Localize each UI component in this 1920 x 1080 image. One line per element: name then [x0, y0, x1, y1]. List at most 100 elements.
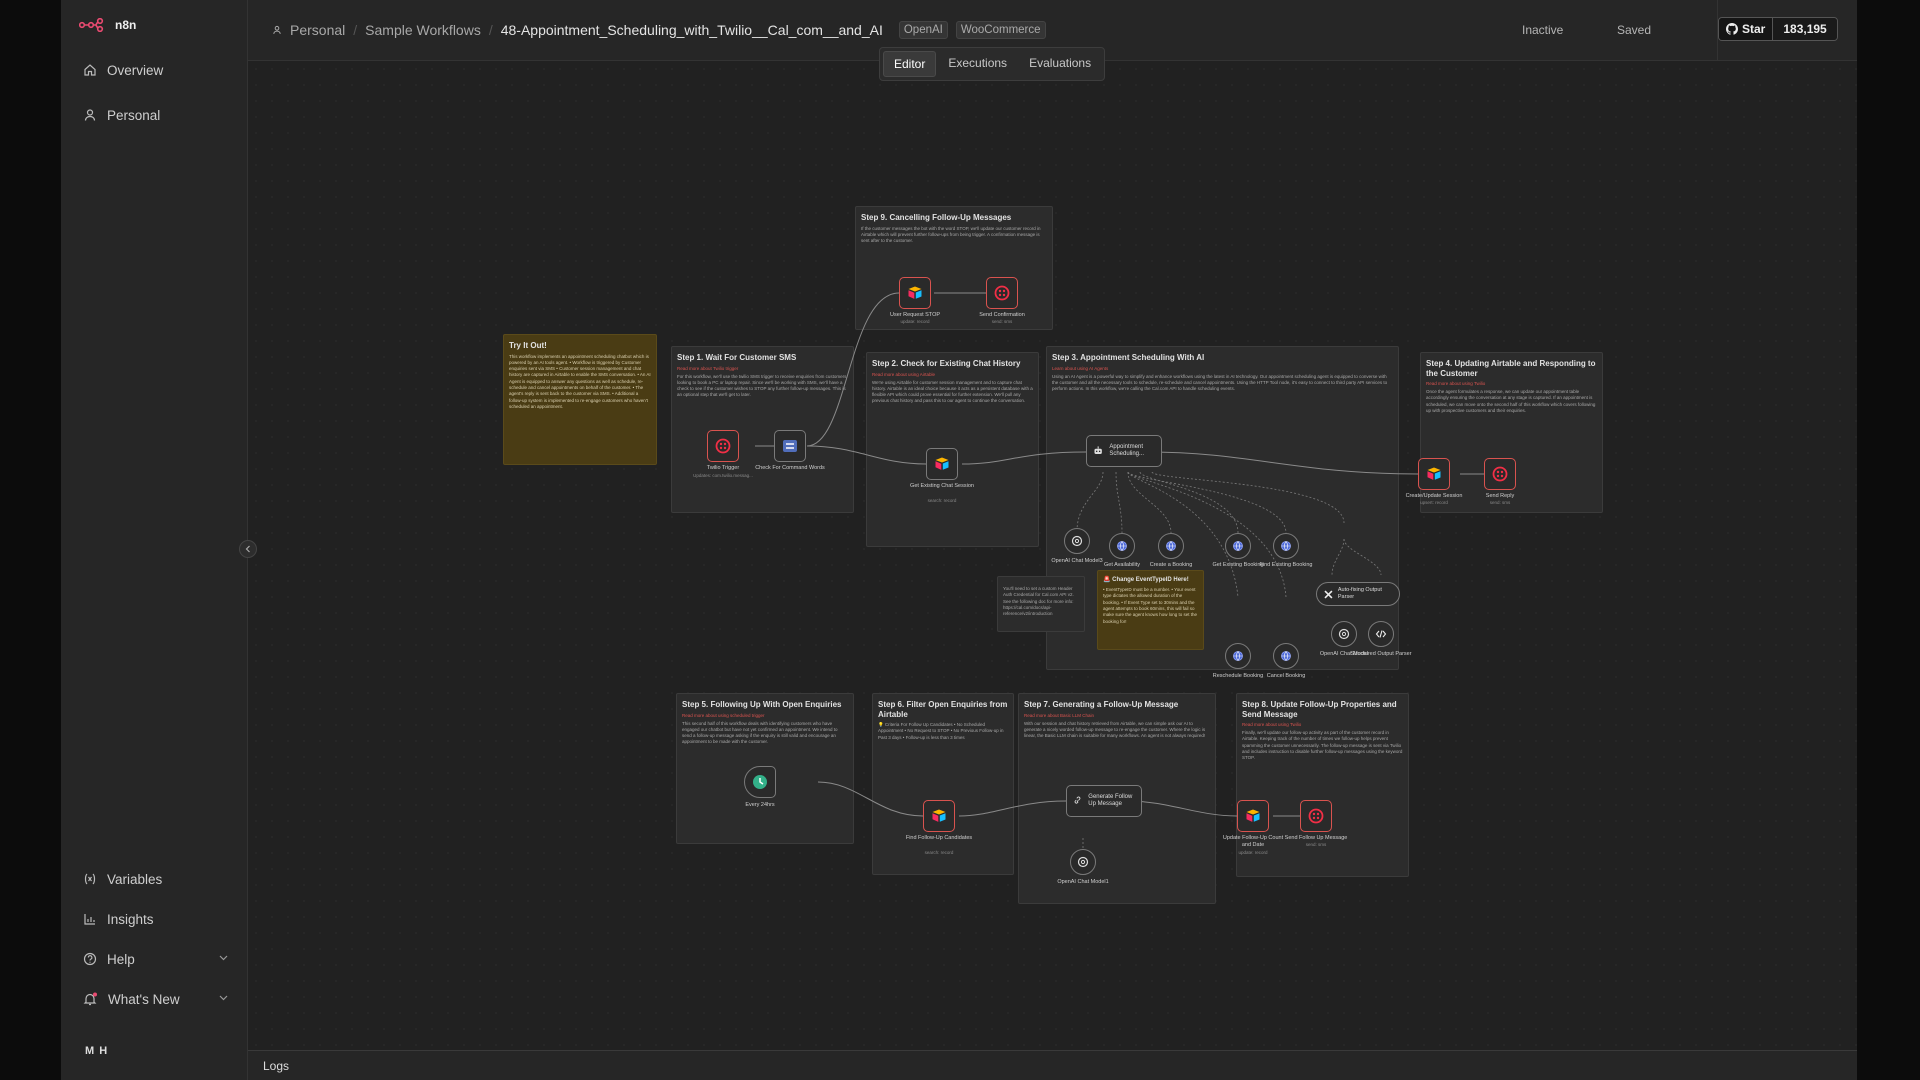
sticky-note-change-event-type[interactable]: 🚨 Change EventTypeID Here! • EventTypeID…	[1097, 570, 1204, 650]
node-create-update-session[interactable]	[1418, 458, 1450, 490]
sticky-link[interactable]: Read more about Twilio trigger	[677, 366, 848, 371]
node-send-confirmation[interactable]	[986, 277, 1018, 309]
node-label: Create/Update Session	[1405, 493, 1463, 499]
node-label: User Request STOP	[889, 312, 941, 318]
sticky-link[interactable]: Read more about using scheduled trigger	[682, 713, 848, 718]
user-icon	[273, 25, 281, 34]
airtable-icon	[1427, 467, 1441, 480]
node-reschedule-booking[interactable]	[1225, 643, 1251, 669]
logs-panel[interactable]: Logs	[248, 1050, 1857, 1080]
node-subtitle: send: sms	[1305, 842, 1327, 847]
sticky-link[interactable]: Read more about using Twilio	[1426, 381, 1597, 386]
workflow-canvas[interactable]: Try It Out! This workflow implements an …	[248, 61, 1857, 1050]
airtable-icon	[935, 457, 949, 470]
breadcrumb-separator: /	[488, 22, 493, 38]
sidebar-item-whats-new[interactable]: What's New	[73, 984, 236, 1014]
node-auto-fixing-output-parser[interactable]: Auto-fixing Output Parser	[1316, 582, 1400, 606]
sticky-title: Step 4. Updating Airtable and Responding…	[1426, 359, 1596, 378]
sidebar-item-label: Personal	[107, 107, 161, 123]
sidebar-item-variables[interactable]: Variables	[73, 864, 236, 894]
node-label: Send Follow Up Message	[1284, 835, 1348, 841]
sticky-link[interactable]: Learn about using AI Agents	[1052, 366, 1393, 371]
user-avatar[interactable]: M H	[85, 1045, 108, 1057]
node-label: Create a Booking	[1149, 562, 1193, 568]
sidebar-item-insights[interactable]: Insights	[73, 904, 236, 934]
node-openai-chat-model3[interactable]	[1064, 528, 1090, 554]
github-star-button[interactable]: Star 183,195	[1718, 17, 1838, 41]
sticky-note-cal-credentials[interactable]: You'll need to set a custom Header Auth …	[997, 576, 1085, 632]
node-subtitle: send: sms	[991, 319, 1013, 324]
sticky-title: Step 1. Wait For Customer SMS	[677, 353, 797, 362]
tools-icon	[1324, 589, 1333, 599]
node-twilio-trigger[interactable]	[707, 430, 739, 462]
sidebar-item-personal[interactable]: Personal	[73, 100, 236, 130]
tag-woocommerce[interactable]: WooCommerce	[955, 21, 1046, 39]
node-label: Find Existing Booking	[1259, 562, 1313, 568]
node-send-reply[interactable]	[1484, 458, 1516, 490]
node-cancel-booking[interactable]	[1273, 643, 1299, 669]
github-star: Star	[1719, 18, 1773, 40]
sticky-note-step-1[interactable]: Step 1. Wait For Customer SMS Read more …	[671, 346, 854, 513]
node-subtitle: search: record	[927, 498, 957, 503]
node-openai-chat-model[interactable]	[1331, 621, 1357, 647]
node-user-request-stop[interactable]	[899, 277, 931, 309]
tag-openai[interactable]: OpenAI	[898, 21, 948, 39]
sticky-link[interactable]: Read more about using Airtable	[872, 372, 1033, 377]
twilio-icon	[715, 438, 731, 454]
openai-icon	[1077, 856, 1089, 868]
home-icon	[84, 64, 96, 76]
node-openai-chat-model1[interactable]	[1070, 849, 1096, 875]
sticky-note-step-6[interactable]: Step 6. Filter Open Enquiries from Airta…	[872, 693, 1014, 875]
openai-icon	[1338, 628, 1350, 640]
sticky-title: Step 8. Update Follow-Up Properties and …	[1242, 700, 1397, 719]
node-find-follow-up-candidates[interactable]	[923, 800, 955, 832]
sticky-link[interactable]: Read more about using Twilio	[1242, 722, 1403, 727]
help-icon	[83, 952, 97, 966]
node-subtitle: upsert: record	[1420, 500, 1448, 505]
app-name: n8n	[115, 18, 137, 32]
breadcrumb-separator: /	[353, 22, 358, 38]
save-status: Saved	[1617, 23, 1652, 37]
node-subtitle: send: sms	[1489, 500, 1511, 505]
globe-icon	[1281, 541, 1291, 551]
tab-editor[interactable]: Editor	[883, 51, 937, 77]
workflow-name[interactable]: 48-Appointment_Scheduling_with_Twilio__C…	[501, 22, 883, 38]
twilio-icon	[994, 285, 1010, 301]
node-create-a-booking[interactable]	[1158, 533, 1184, 559]
sticky-note-try-it-out[interactable]: Try It Out! This workflow implements an …	[503, 334, 657, 465]
node-get-existing-booking[interactable]	[1225, 533, 1251, 559]
node-label: Get Existing Chat Session	[910, 483, 974, 489]
sticky-link[interactable]: Read more about Basic LLM Chain	[1024, 713, 1210, 718]
collapse-sidebar-button[interactable]	[239, 540, 257, 558]
workflow-active-status[interactable]: Inactive	[1522, 23, 1563, 37]
node-appointment-scheduling-agent[interactable]: Appointment Scheduling...	[1086, 435, 1162, 467]
chart-icon	[84, 914, 95, 925]
node-find-existing-booking[interactable]	[1273, 533, 1299, 559]
node-check-for-command-words[interactable]	[774, 430, 806, 462]
node-send-follow-up-message[interactable]	[1300, 800, 1332, 832]
breadcrumb-sample-workflows[interactable]: Sample Workflows	[365, 22, 481, 38]
app-logo[interactable]: n8n	[79, 18, 136, 32]
twilio-icon	[1492, 466, 1508, 482]
clock-icon	[753, 775, 767, 789]
node-generate-follow-up-message[interactable]: Generate Follow Up Message	[1066, 785, 1142, 817]
node-get-availability[interactable]	[1109, 533, 1135, 559]
sidebar: n8n Overview Personal Variables Insights…	[61, 0, 248, 1080]
tab-evaluations[interactable]: Evaluations	[1019, 51, 1101, 77]
sidebar-item-overview[interactable]: Overview	[73, 55, 236, 85]
tab-executions[interactable]: Executions	[938, 51, 1017, 77]
breadcrumb: Personal / Sample Workflows / 48-Appoint…	[272, 21, 1046, 39]
sidebar-item-label: Insights	[107, 911, 154, 927]
node-label: Send Confirmation	[979, 312, 1025, 318]
node-every-24hrs[interactable]	[744, 766, 776, 798]
link-icon	[1074, 796, 1081, 804]
airtable-icon	[1246, 809, 1260, 822]
node-label: Update Follow-Up Count and Date	[1222, 835, 1284, 848]
breadcrumb-personal[interactable]: Personal	[290, 22, 345, 38]
node-update-follow-up-count[interactable]	[1237, 800, 1269, 832]
node-get-existing-chat-session[interactable]	[926, 448, 958, 480]
sticky-title: Step 2. Check for Existing Chat History	[872, 359, 1021, 368]
node-structured-output-parser[interactable]	[1368, 621, 1394, 647]
n8n-logo-icon	[79, 18, 104, 32]
sidebar-item-help[interactable]: Help	[73, 944, 236, 974]
